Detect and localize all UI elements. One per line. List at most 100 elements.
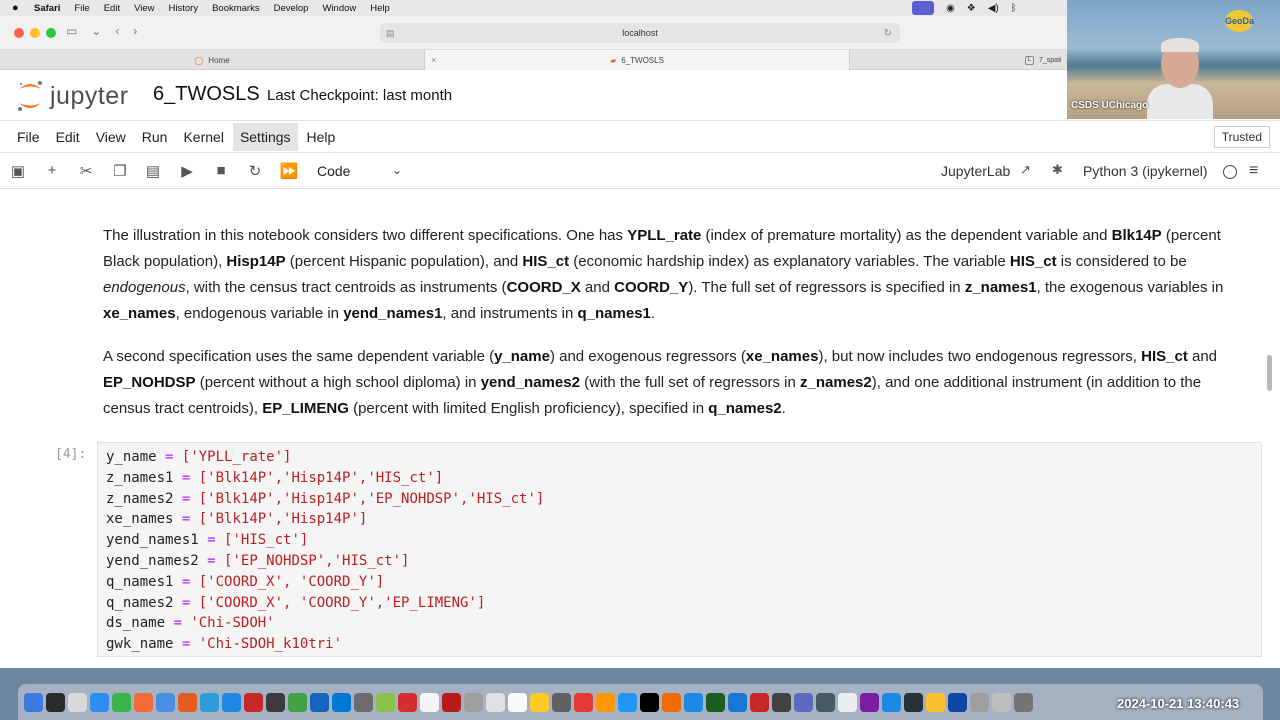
- jupyterlab-link[interactable]: JupyterLab: [941, 163, 1010, 179]
- dock-app-icon[interactable]: [222, 692, 241, 712]
- dock-app-icon[interactable]: [574, 692, 593, 712]
- dock-app-icon[interactable]: [420, 692, 439, 712]
- dock-app-icon[interactable]: [266, 692, 285, 712]
- dock-app-icon[interactable]: [816, 692, 835, 712]
- dock-app-icon[interactable]: [552, 692, 571, 712]
- save-icon[interactable]: ▣: [8, 162, 28, 180]
- dock-app-icon[interactable]: [442, 692, 461, 712]
- bluetooth-icon[interactable]: ᛒ: [1011, 3, 1017, 14]
- dock-app-icon[interactable]: [398, 692, 417, 712]
- dock-app-icon[interactable]: [156, 692, 175, 712]
- dock-app-icon[interactable]: [750, 692, 769, 712]
- menu-help[interactable]: Help: [370, 3, 390, 14]
- menu-develop[interactable]: Develop: [274, 3, 309, 14]
- jmenu-edit[interactable]: Edit: [49, 123, 87, 151]
- chevron-down-icon[interactable]: ⌄: [392, 163, 402, 177]
- dock-app-icon[interactable]: [618, 692, 637, 712]
- trusted-badge[interactable]: Trusted: [1213, 126, 1270, 148]
- dock-app-icon[interactable]: [508, 692, 527, 712]
- dock-app-icon[interactable]: [640, 692, 659, 712]
- fast-forward-icon[interactable]: ⏩: [279, 162, 299, 180]
- menu-app-safari[interactable]: Safari: [34, 3, 60, 14]
- address-bar[interactable]: ▤ localhost ↻: [380, 23, 900, 43]
- dock-app-icon[interactable]: [288, 692, 307, 712]
- sidebar-icon[interactable]: ▭: [66, 24, 77, 38]
- dock-app-icon[interactable]: [464, 692, 483, 712]
- dock-app-icon[interactable]: [970, 692, 989, 712]
- close-window-button[interactable]: [14, 28, 24, 38]
- dock-app-icon[interactable]: [530, 692, 549, 712]
- back-icon[interactable]: ‹: [115, 24, 119, 38]
- zoom-window-button[interactable]: [46, 28, 56, 38]
- jmenu-settings[interactable]: Settings: [232, 122, 298, 151]
- dock-app-icon[interactable]: [332, 692, 351, 712]
- volume-icon[interactable]: ◀): [988, 3, 999, 14]
- dock-app-icon[interactable]: [310, 692, 329, 712]
- dock-app-icon[interactable]: [926, 692, 945, 712]
- menu-edit[interactable]: Edit: [104, 3, 120, 14]
- dock-app-icon[interactable]: [706, 692, 725, 712]
- forward-icon[interactable]: ›: [133, 24, 137, 38]
- minimize-window-button[interactable]: [30, 28, 40, 38]
- chevron-down-icon[interactable]: ⌄: [91, 24, 101, 38]
- jmenu-file[interactable]: File: [10, 123, 47, 151]
- jmenu-run[interactable]: Run: [135, 123, 175, 151]
- dock-app-icon[interactable]: [46, 692, 65, 712]
- scrollbar-thumb[interactable]: [1267, 355, 1272, 391]
- jmenu-view[interactable]: View: [89, 123, 133, 151]
- screen-share-icon[interactable]: [912, 1, 934, 15]
- kernel-name[interactable]: Python 3 (ipykernel): [1083, 163, 1208, 179]
- dock-app-icon[interactable]: [134, 692, 153, 712]
- jmenu-kernel[interactable]: Kernel: [176, 123, 230, 151]
- dock-app-icon[interactable]: [200, 692, 219, 712]
- paste-icon[interactable]: ▤: [143, 162, 163, 180]
- menu-window[interactable]: Window: [322, 3, 356, 14]
- dock-app-icon[interactable]: [860, 692, 879, 712]
- dock-app-icon[interactable]: [904, 692, 923, 712]
- dock-app-icon[interactable]: [948, 692, 967, 712]
- dock-app-icon[interactable]: [90, 692, 109, 712]
- tab-7-spati[interactable]: L 7_spati: [1025, 50, 1062, 70]
- close-tab-icon[interactable]: ×: [431, 55, 436, 65]
- dock-app-icon[interactable]: [772, 692, 791, 712]
- dock-app-icon[interactable]: [68, 692, 87, 712]
- menu-view[interactable]: View: [134, 3, 154, 14]
- add-cell-icon[interactable]: +: [42, 162, 62, 179]
- code-cell[interactable]: y_name = ['YPLL_rate'] z_names1 = ['Blk14…: [97, 442, 1262, 657]
- dock-app-icon[interactable]: [354, 692, 373, 712]
- dock-app-icon[interactable]: [992, 692, 1011, 712]
- tab-6-twosls[interactable]: × ▰ 6_TWOSLS: [425, 50, 850, 70]
- jmenu-help[interactable]: Help: [300, 123, 343, 151]
- dock-app-icon[interactable]: [376, 692, 395, 712]
- menu-file[interactable]: File: [74, 3, 89, 14]
- dock-app-icon[interactable]: [244, 692, 263, 712]
- dock-app-icon[interactable]: [794, 692, 813, 712]
- tab-home[interactable]: ◯ Home: [0, 50, 425, 70]
- dock-app-icon[interactable]: [1014, 692, 1033, 712]
- debugger-icon[interactable]: ✱: [1052, 162, 1063, 178]
- menu-icon[interactable]: ≡: [1249, 162, 1258, 180]
- dropbox-icon[interactable]: ❖: [967, 3, 976, 14]
- dock-app-icon[interactable]: [596, 692, 615, 712]
- stop-icon[interactable]: ■: [211, 162, 231, 179]
- apple-icon[interactable]: ●: [12, 3, 22, 14]
- menu-history[interactable]: History: [169, 3, 199, 14]
- creative-cloud-icon[interactable]: ◉: [946, 3, 955, 14]
- dock-app-icon[interactable]: [486, 692, 505, 712]
- cell-type-select[interactable]: Code: [317, 163, 350, 179]
- run-icon[interactable]: ▶: [177, 162, 197, 180]
- cut-icon[interactable]: ✂: [76, 162, 96, 180]
- dock-app-icon[interactable]: [838, 692, 857, 712]
- restart-icon[interactable]: ↻: [245, 162, 265, 180]
- dock-app-icon[interactable]: [728, 692, 747, 712]
- external-link-icon[interactable]: ↗: [1020, 162, 1031, 178]
- dock-app-icon[interactable]: [662, 692, 681, 712]
- dock-app-icon[interactable]: [178, 692, 197, 712]
- dock-app-icon[interactable]: [882, 692, 901, 712]
- reload-icon[interactable]: ↻: [884, 28, 892, 39]
- copy-icon[interactable]: ❐: [110, 162, 130, 180]
- dock-app-icon[interactable]: [24, 692, 43, 712]
- menu-bookmarks[interactable]: Bookmarks: [212, 3, 260, 14]
- dock-app-icon[interactable]: [684, 692, 703, 712]
- dock-app-icon[interactable]: [112, 692, 131, 712]
